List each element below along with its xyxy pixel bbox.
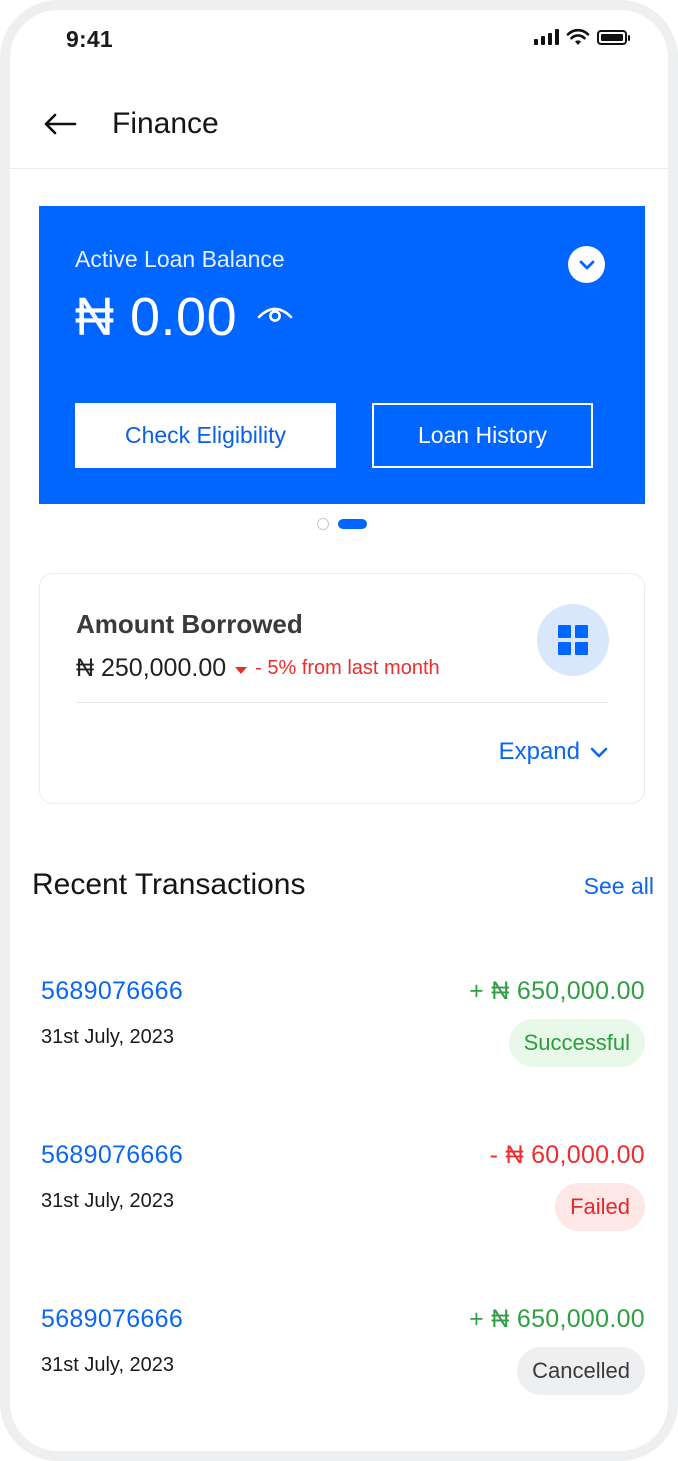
card-divider	[76, 702, 608, 703]
chevron-down-icon	[579, 260, 594, 269]
transaction-date: 31st July, 2023	[41, 1026, 175, 1048]
page-title: Finance	[112, 107, 219, 140]
status-badge: Failed	[555, 1183, 645, 1231]
active-loan-card: Active Loan Balance ₦ 0.00 Check Eligibi…	[39, 206, 645, 504]
transaction-item[interactable]: 5689076666 31st July, 2023 + ₦ 650,000.0…	[39, 1305, 645, 1415]
check-eligibility-button[interactable]: Check Eligibility	[75, 403, 336, 468]
transaction-amount: + ₦ 650,000.00	[469, 1305, 645, 1333]
grid-icon	[558, 625, 588, 655]
chevron-down-icon	[590, 747, 608, 757]
amount-borrowed-row: ₦ 250,000.00 - 5% from last month	[76, 654, 440, 683]
amount-borrowed-card: Amount Borrowed ₦ 250,000.00 - 5% from l…	[39, 573, 645, 804]
status-time: 9:41	[66, 26, 113, 52]
expand-label: Expand	[498, 738, 580, 765]
see-all-link[interactable]: See all	[584, 873, 654, 900]
loan-history-button[interactable]: Loan History	[372, 403, 593, 468]
expand-button[interactable]: Expand	[499, 738, 608, 766]
header-divider	[10, 168, 668, 169]
trend-down-icon	[235, 667, 248, 674]
pager-dot[interactable]	[317, 518, 329, 530]
transaction-date: 31st July, 2023	[41, 1190, 175, 1212]
pager-dot-active[interactable]	[338, 519, 367, 529]
transaction-id: 5689076666	[41, 1141, 184, 1169]
battery-icon	[597, 29, 630, 45]
transaction-id: 5689076666	[41, 1305, 184, 1333]
transaction-date: 31st July, 2023	[41, 1354, 175, 1376]
eye-icon[interactable]	[255, 302, 295, 326]
carousel-pager	[317, 518, 367, 530]
transaction-item[interactable]: 5689076666 31st July, 2023 - ₦ 60,000.00…	[39, 1141, 645, 1251]
transaction-amount: + ₦ 650,000.00	[469, 977, 645, 1005]
amount-borrowed-title: Amount Borrowed	[76, 609, 303, 639]
grid-view-button[interactable]	[537, 604, 609, 676]
device-frame: 9:41 Finance Active Loan Balance ₦ 0.00	[0, 0, 678, 1461]
cellular-signal-icon	[534, 29, 559, 45]
transaction-id: 5689076666	[41, 977, 184, 1005]
loan-balance-amount: ₦ 0.00	[75, 287, 238, 347]
status-icons	[534, 28, 630, 46]
amount-borrowed-value: ₦ 250,000.00	[76, 654, 227, 682]
loan-balance-label: Active Loan Balance	[75, 246, 285, 272]
status-badge: Successful	[508, 1019, 645, 1067]
transaction-item[interactable]: 5689076666 31st July, 2023 + ₦ 650,000.0…	[39, 977, 645, 1087]
arrow-left-icon	[44, 113, 77, 135]
recent-transactions-title: Recent Transactions	[32, 868, 306, 901]
loan-card-toggle-button[interactable]	[568, 246, 605, 283]
back-button[interactable]	[40, 106, 80, 142]
wifi-icon	[566, 28, 590, 45]
transaction-amount: - ₦ 60,000.00	[489, 1141, 645, 1169]
status-badge: Cancelled	[517, 1347, 645, 1395]
amount-borrowed-change: - 5% from last month	[255, 657, 440, 679]
